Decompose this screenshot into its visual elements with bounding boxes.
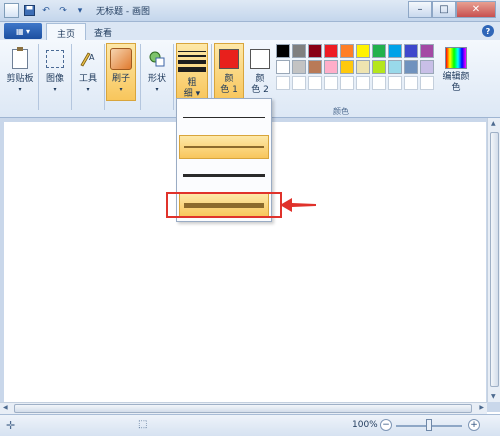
color1-button[interactable]: 颜 色 1 xyxy=(214,43,244,101)
window-title: 无标题 - 画图 xyxy=(96,7,150,17)
palette-swatch[interactable] xyxy=(404,60,418,74)
palette-swatch-empty[interactable] xyxy=(404,76,418,90)
color1-label-bottom: 色 1 xyxy=(220,85,238,95)
palette-swatch[interactable] xyxy=(324,44,338,58)
horizontal-scrollbar[interactable]: ◀ ▶ xyxy=(0,402,487,414)
palette-swatch[interactable] xyxy=(404,44,418,58)
tools-icon: A xyxy=(78,50,98,68)
customize-qat-icon[interactable]: ▾ xyxy=(73,4,87,18)
zoom-out-button[interactable]: − xyxy=(380,419,392,431)
color1-label-top: 颜 xyxy=(224,74,234,84)
size-label-top: 粗 xyxy=(187,78,197,88)
palette-swatch-empty[interactable] xyxy=(356,76,370,90)
svg-text:A: A xyxy=(89,53,95,62)
color1-swatch xyxy=(219,49,239,69)
tab-home[interactable]: 主页 xyxy=(46,23,87,40)
palette-swatch[interactable] xyxy=(276,60,290,74)
selection-size-icon: ⬚ xyxy=(138,419,148,430)
palette-swatch[interactable] xyxy=(292,44,306,58)
redo-icon[interactable]: ↷ xyxy=(56,4,70,18)
vertical-scrollbar[interactable]: ▲ ▼ xyxy=(487,118,500,402)
annotation-arrow-icon xyxy=(280,198,316,212)
window-controls: – □ ✕ xyxy=(408,1,496,18)
palette-swatch[interactable] xyxy=(388,44,402,58)
clipboard-icon xyxy=(12,47,28,69)
palette-swatch[interactable] xyxy=(372,60,386,74)
shapes-icon xyxy=(147,49,167,69)
colors-group-label: 颜色 xyxy=(333,107,349,116)
palette-swatch[interactable] xyxy=(420,60,434,74)
paint-app-icon[interactable] xyxy=(4,3,19,18)
size-option-2[interactable] xyxy=(179,135,269,159)
color-palette xyxy=(276,44,434,90)
edit-colors-button[interactable]: 编辑颜色 xyxy=(438,43,474,101)
image-select-icon xyxy=(46,50,64,68)
palette-swatch[interactable] xyxy=(308,60,322,74)
quick-access-toolbar: ↶ ↷ ▾ xyxy=(4,3,87,18)
clipboard-button[interactable]: 剪贴板 ▾ xyxy=(4,43,36,101)
help-icon[interactable]: ? xyxy=(482,25,494,37)
application-menu-button[interactable]: ▦ ▾ xyxy=(4,23,42,39)
color2-swatch xyxy=(250,49,270,69)
palette-swatch[interactable] xyxy=(388,60,402,74)
palette-swatch-empty[interactable] xyxy=(340,76,354,90)
palette-swatch[interactable] xyxy=(324,60,338,74)
image-label: 图像 xyxy=(45,74,64,84)
palette-swatch[interactable] xyxy=(356,44,370,58)
palette-swatch[interactable] xyxy=(372,44,386,58)
palette-swatch[interactable] xyxy=(356,60,370,74)
tools-button[interactable]: A 工具 ▾ xyxy=(74,43,102,101)
palette-swatch[interactable] xyxy=(276,44,290,58)
brushes-label: 刷子 xyxy=(111,74,130,84)
zoom-level: 100% xyxy=(352,420,378,430)
palette-swatch[interactable] xyxy=(308,44,322,58)
maximize-button[interactable]: □ xyxy=(432,1,456,18)
image-button[interactable]: 图像 ▾ xyxy=(41,43,69,101)
line-thickness-icon xyxy=(178,47,206,75)
zoom-slider-thumb[interactable] xyxy=(426,419,432,431)
palette-swatch-empty[interactable] xyxy=(372,76,386,90)
minimize-button[interactable]: – xyxy=(408,1,432,18)
palette-swatch-empty[interactable] xyxy=(388,76,402,90)
annotation-highlight-box xyxy=(166,192,282,218)
status-bar: ✛ ⬚ 100% − + xyxy=(0,414,500,436)
save-icon[interactable] xyxy=(22,4,36,18)
palette-swatch-empty[interactable] xyxy=(292,76,306,90)
edit-colors-label: 编辑颜色 xyxy=(442,72,470,93)
palette-swatch-empty[interactable] xyxy=(308,76,322,90)
title-bar: ↶ ↷ ▾ 无标题 - 画图 – □ ✕ xyxy=(0,0,500,22)
color-spectrum-icon xyxy=(445,47,467,69)
shapes-button[interactable]: 形状 ▾ xyxy=(143,43,171,101)
zoom-in-button[interactable]: + xyxy=(468,419,480,431)
palette-swatch-empty[interactable] xyxy=(420,76,434,90)
undo-icon[interactable]: ↶ xyxy=(39,4,53,18)
color2-label-top: 颜 xyxy=(255,74,265,84)
cursor-position-icon: ✛ xyxy=(6,419,16,432)
shapes-label: 形状 xyxy=(147,74,166,84)
color2-button[interactable]: 颜 色 2 xyxy=(246,43,274,101)
tab-view[interactable]: 查看 xyxy=(84,23,122,40)
close-button[interactable]: ✕ xyxy=(456,1,496,18)
palette-swatch-empty[interactable] xyxy=(276,76,290,90)
color2-label-bottom: 色 2 xyxy=(251,85,269,95)
horizontal-scroll-thumb[interactable] xyxy=(14,404,472,413)
palette-swatch-empty[interactable] xyxy=(324,76,338,90)
size-button[interactable]: 粗 细 ▾ xyxy=(176,43,208,101)
tools-label: 工具 xyxy=(78,74,97,84)
palette-swatch[interactable] xyxy=(292,60,306,74)
palette-swatch[interactable] xyxy=(340,60,354,74)
palette-swatch[interactable] xyxy=(340,44,354,58)
palette-swatch[interactable] xyxy=(420,44,434,58)
brush-icon xyxy=(110,48,132,70)
brushes-button[interactable]: 刷子 ▾ xyxy=(106,43,136,101)
size-option-3[interactable] xyxy=(179,163,269,187)
ribbon-tab-bar: ▦ ▾ 主页 查看 ? xyxy=(0,22,500,40)
clipboard-label: 剪贴板 xyxy=(6,74,34,84)
size-option-1[interactable] xyxy=(179,105,269,129)
vertical-scroll-thumb[interactable] xyxy=(490,132,499,387)
